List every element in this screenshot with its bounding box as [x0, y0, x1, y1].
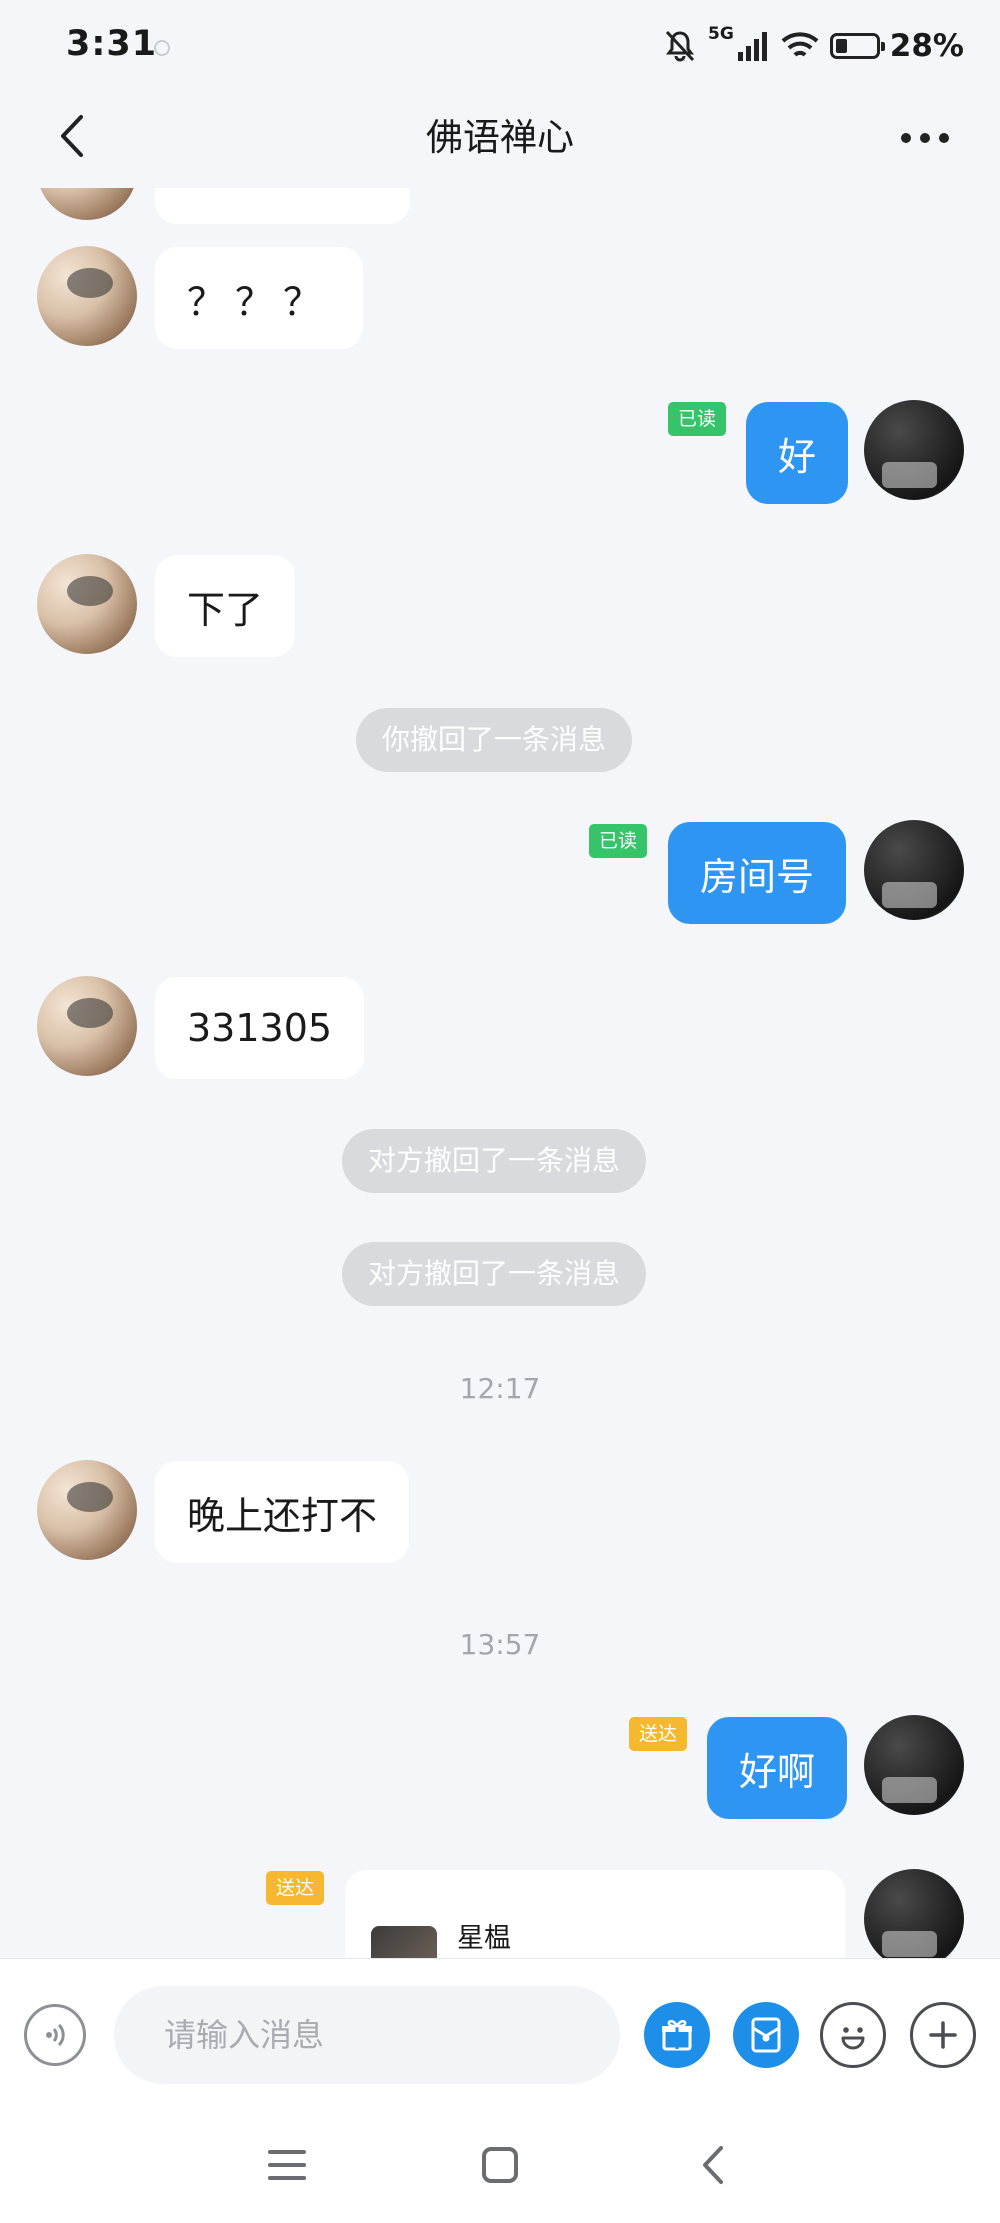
message-bubble-received[interactable]: 下了 — [155, 555, 296, 657]
gift-icon — [662, 2020, 692, 2051]
menu-icon — [268, 2150, 306, 2180]
recall-notice: 你撤回了一条消息 — [356, 708, 633, 772]
my-avatar[interactable] — [864, 1869, 964, 1958]
message-bubble-received[interactable]: 331305 — [155, 977, 365, 1079]
gift-button[interactable] — [644, 2002, 710, 2068]
mute-bell-icon — [665, 30, 695, 62]
recall-notice: 对方撤回了一条消息 — [342, 1129, 647, 1193]
red-packet-icon — [751, 2017, 781, 2053]
contact-avatar[interactable] — [37, 188, 137, 220]
more-dots-icon — [901, 133, 911, 143]
message-list[interactable]: ？？？ 已读 好 下了 你撤回了一条消息 已读 房间号 331305 对方撤回了… — [0, 188, 1000, 1958]
input-bar — [0, 1958, 1000, 2109]
nav-home-button[interactable] — [465, 2130, 535, 2200]
contact-avatar[interactable] — [37, 1460, 137, 1560]
message-bubble-partial[interactable] — [155, 188, 410, 224]
message-timestamp: 12:17 — [459, 1372, 541, 1405]
battery-percent: 28% — [889, 28, 964, 64]
nav-menu-button[interactable] — [252, 2130, 322, 2200]
message-timestamp: 13:57 — [459, 1628, 541, 1661]
home-icon — [482, 2147, 518, 2183]
red-packet-button[interactable] — [733, 2002, 799, 2068]
read-status-badge: 已读 — [589, 824, 648, 858]
notification-dot-icon — [154, 40, 170, 56]
shared-card-message[interactable]: 星榅 — [345, 1870, 845, 1958]
message-bubble-received[interactable]: 晚上还打不 — [155, 1461, 410, 1563]
battery-icon — [829, 33, 885, 59]
message-input[interactable] — [114, 1986, 620, 2084]
emoji-icon — [841, 2027, 865, 2050]
more-options-button[interactable] — [910, 2002, 976, 2068]
delivered-status-badge: 送达 — [266, 1871, 325, 1905]
delivered-status-badge: 送达 — [629, 1717, 688, 1751]
back-icon — [703, 2146, 723, 2184]
voice-icon — [46, 2023, 65, 2047]
contact-avatar[interactable] — [37, 554, 137, 654]
status-bar: 3:31 5G 28% — [0, 0, 1000, 88]
contact-avatar[interactable] — [37, 246, 137, 346]
message-bubble-sent[interactable]: 好 — [746, 402, 849, 504]
voice-button[interactable] — [24, 2004, 86, 2066]
chat-header: 佛语禅心 — [0, 88, 1000, 188]
emoji-button[interactable] — [820, 2002, 886, 2068]
message-bubble-sent[interactable]: 好啊 — [707, 1717, 848, 1819]
my-avatar[interactable] — [864, 820, 964, 920]
wifi-icon — [781, 32, 819, 57]
recall-notice: 对方撤回了一条消息 — [342, 1242, 647, 1306]
card-title: 星榅 — [457, 1923, 511, 1954]
my-avatar[interactable] — [864, 400, 964, 500]
nav-back-button[interactable] — [678, 2130, 748, 2200]
status-time: 3:31 — [66, 24, 158, 64]
system-nav-bar — [0, 2108, 1000, 2223]
status-icons: 5G 28% — [662, 24, 964, 68]
network-label: 5G — [708, 24, 734, 44]
signal-icon — [737, 32, 767, 61]
message-bubble-received[interactable]: ？？？ — [155, 247, 364, 349]
read-status-badge: 已读 — [668, 402, 727, 436]
card-thumbnail — [371, 1926, 437, 1958]
page-title: 佛语禅心 — [426, 116, 574, 159]
contact-avatar[interactable] — [37, 976, 137, 1076]
more-button[interactable] — [890, 118, 960, 158]
plus-icon — [929, 2021, 957, 2049]
message-bubble-sent[interactable]: 房间号 — [668, 822, 847, 924]
my-avatar[interactable] — [864, 1715, 964, 1815]
